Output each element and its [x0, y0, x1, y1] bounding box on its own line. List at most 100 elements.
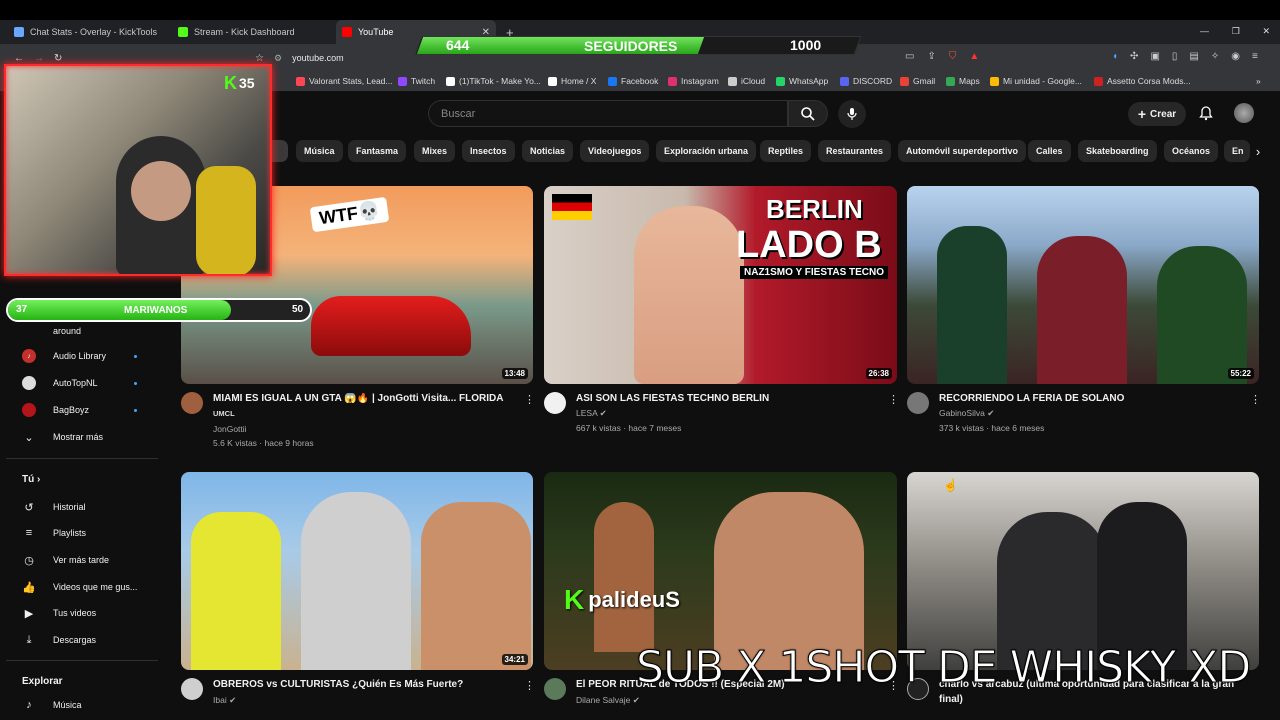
tab-kick-dashboard[interactable]: Stream - Kick Dashboard: [172, 20, 332, 44]
more-options-icon[interactable]: ⋮: [524, 393, 535, 406]
tab-search-icon[interactable]: ▤: [1189, 51, 1198, 62]
extensions-icon[interactable]: ✣: [1130, 51, 1138, 62]
site-info-icon[interactable]: ⚙: [274, 53, 282, 64]
chip-next-icon[interactable]: ›: [1250, 140, 1266, 162]
channel-avatar[interactable]: [544, 392, 566, 414]
sidebar-sub-audio-library[interactable]: ♪ Audio Library: [22, 349, 137, 363]
chip-reptiles[interactable]: Reptiles: [760, 140, 812, 162]
bookmark-x[interactable]: Home / X: [548, 76, 596, 86]
menu-icon[interactable]: ≡: [1252, 51, 1258, 62]
chip-en[interactable]: En: [1224, 140, 1250, 162]
channel-name[interactable]: GabinoSilva: [939, 408, 985, 418]
chip-videojuegos[interactable]: Videojuegos: [580, 140, 650, 162]
chip-noticias[interactable]: Noticias: [522, 140, 574, 162]
sidebar-item-playlists[interactable]: ≡ Playlists: [22, 526, 86, 540]
bookmark-maps[interactable]: Maps: [946, 76, 980, 86]
video-thumbnail[interactable]: KpalideuS: [544, 472, 897, 670]
sidebar-item-downloads[interactable]: ⤓ Descargas: [22, 633, 96, 647]
voice-search-button[interactable]: [838, 100, 866, 128]
sidebar-toggle-icon[interactable]: ▯: [1172, 51, 1178, 62]
sidebar-sub-bagboyz[interactable]: BagBoyz: [22, 403, 137, 417]
video-thumbnail[interactable]: [907, 472, 1259, 670]
more-options-icon[interactable]: ⋮: [1250, 393, 1261, 406]
you-section-header[interactable]: Tú ›: [22, 474, 40, 485]
chip-skateboarding[interactable]: Skateboarding: [1078, 140, 1157, 162]
video-thumbnail[interactable]: BERLIN LADO B NAZ1SMO Y FIESTAS TECNO 26…: [544, 186, 897, 384]
channel-avatar[interactable]: [544, 678, 566, 700]
video-title[interactable]: MIAMI ES IGUAL A UN GTA 😱🔥 | JonGotti Vi…: [213, 393, 513, 404]
audio-icon[interactable]: ◖: [1112, 51, 1118, 62]
video-meta: 5.6 K vistas · hace 9 horas: [213, 438, 314, 448]
bookmark-facebook[interactable]: Facebook: [608, 76, 658, 86]
sidebar-item-music[interactable]: ♪ Música: [22, 698, 81, 712]
search-button[interactable]: [788, 100, 828, 127]
sidebar-item-your-videos[interactable]: ▶ Tus videos: [22, 606, 96, 620]
bookmark-instagram[interactable]: Instagram: [668, 76, 719, 86]
channel-name[interactable]: JonGottii: [213, 424, 247, 434]
brave-shield-icon[interactable]: ⛉: [949, 51, 957, 62]
bookmark-discord[interactable]: DISCORD: [840, 76, 892, 86]
video-title[interactable]: OBREROS vs CULTURISTAS ¿Quién Es Más Fue…: [213, 679, 513, 690]
create-button[interactable]: + Crear: [1128, 102, 1186, 126]
account-avatar[interactable]: [1234, 103, 1254, 123]
tab-chat-stats[interactable]: Chat Stats - Overlay - KickTools: [8, 20, 168, 44]
channel-avatar[interactable]: [181, 392, 203, 414]
channel-name[interactable]: Ibai: [213, 695, 227, 705]
leo-icon[interactable]: ✧: [1211, 51, 1219, 62]
kick-logo-icon: K: [224, 72, 237, 93]
kick-viewers-count: 35: [239, 75, 255, 91]
bookmark-drive[interactable]: Mi unidad - Google...: [990, 76, 1082, 86]
bookmark-tiktok[interactable]: (1)TikTok - Make Yo...: [446, 76, 541, 86]
more-options-icon[interactable]: ⋮: [888, 393, 899, 406]
sidebar-item-historial[interactable]: ↺ Historial: [22, 500, 85, 514]
chip-superdeportivo[interactable]: Automóvil superdeportivo: [898, 140, 1027, 162]
more-options-icon[interactable]: ⋮: [524, 679, 535, 692]
person-shape: [1157, 246, 1247, 384]
sidebar-sub-around[interactable]: around: [22, 324, 81, 338]
wallet-icon[interactable]: ▣: [1150, 51, 1159, 62]
section-title: Explorar: [22, 676, 63, 687]
video-title[interactable]: RECORRIENDO LA FERIA DE SOLANO: [939, 393, 1239, 404]
reload-icon[interactable]: ↻: [54, 53, 62, 64]
sidebar-item-watch-later[interactable]: ◷ Ver más tarde: [22, 553, 109, 567]
sidebar-item-liked[interactable]: 👍 Videos que me gus...: [22, 580, 137, 594]
channel-name[interactable]: LESA: [576, 408, 597, 418]
channel-avatar: ♪: [22, 349, 36, 363]
chip-exploracion-urbana[interactable]: Exploración urbana: [656, 140, 757, 162]
chip-insectos[interactable]: Insectos: [462, 140, 515, 162]
notifications-button[interactable]: [1198, 105, 1214, 126]
vpn-icon[interactable]: ◉: [1231, 51, 1240, 62]
rewards-icon[interactable]: ▲: [969, 51, 979, 62]
show-more-button[interactable]: ⌄ Mostrar más: [22, 430, 103, 444]
maximize-icon[interactable]: ❐: [1232, 26, 1240, 37]
channel-avatar[interactable]: [907, 392, 929, 414]
minimize-icon[interactable]: —: [1200, 26, 1209, 37]
close-window-icon[interactable]: ✕: [1262, 26, 1270, 37]
bookmarks-overflow-icon[interactable]: »: [1256, 76, 1261, 86]
back-icon[interactable]: ←: [14, 53, 24, 64]
chip-calles[interactable]: Calles: [1028, 140, 1071, 162]
bookmark-assetto[interactable]: Assetto Corsa Mods...: [1094, 76, 1191, 86]
bookmark-valorant[interactable]: Valorant Stats, Lead...: [296, 76, 392, 86]
chip-oceanos[interactable]: Océanos: [1164, 140, 1219, 162]
bookmark-whatsapp[interactable]: WhatsApp: [776, 76, 828, 86]
video-title[interactable]: ASI SON LAS FIESTAS TECHNO BERLIN: [576, 393, 876, 404]
bookmark-icloud[interactable]: iCloud: [728, 76, 765, 86]
bookmark-gmail[interactable]: Gmail: [900, 76, 935, 86]
chip-mixes[interactable]: Mixes: [414, 140, 456, 162]
sidebar-sub-autotopnl[interactable]: AutoTopNL: [22, 376, 137, 390]
share-icon[interactable]: ⇪: [927, 51, 935, 62]
video-thumbnail[interactable]: 34:21: [181, 472, 533, 670]
chip-fantasma[interactable]: Fantasma: [348, 140, 407, 162]
video-thumbnail[interactable]: 55:22: [907, 186, 1259, 384]
channel-name[interactable]: Dilane Salvaje: [576, 695, 630, 705]
forward-icon[interactable]: →: [34, 53, 44, 64]
channel-avatar[interactable]: [181, 678, 203, 700]
chip-musica[interactable]: Música: [296, 140, 343, 162]
cast-icon[interactable]: ▭: [905, 51, 914, 62]
bookmark-twitch[interactable]: Twitch: [398, 76, 435, 86]
search-input[interactable]: Buscar: [428, 100, 788, 127]
person-shape: [594, 502, 654, 652]
chip-restaurantes[interactable]: Restaurantes: [818, 140, 892, 162]
bookmark-star-icon[interactable]: ☆: [255, 53, 264, 64]
